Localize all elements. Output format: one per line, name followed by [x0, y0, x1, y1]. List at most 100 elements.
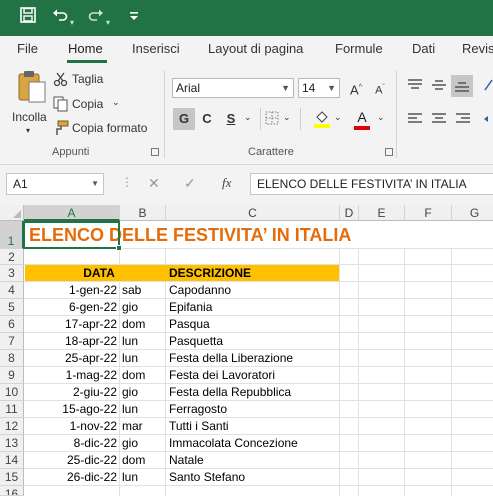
tab-file[interactable]: File [17, 41, 38, 56]
day-cell[interactable]: lun [122, 351, 138, 365]
column-header-b[interactable]: B [120, 205, 166, 221]
align-left-icon[interactable] [407, 112, 423, 129]
description-cell[interactable]: Natale [169, 453, 204, 467]
underline-dropdown-icon[interactable]: ⌄ [244, 112, 252, 123]
align-bottom-icon[interactable] [451, 75, 473, 97]
name-box[interactable]: A1 ▼ [6, 173, 104, 195]
row-header-3[interactable]: 3 [0, 265, 24, 282]
align-middle-icon[interactable] [431, 78, 447, 95]
tab-home[interactable]: Home [68, 41, 103, 56]
align-center-icon[interactable] [431, 112, 447, 129]
decrease-font-icon[interactable]: Aˇ [369, 77, 391, 99]
description-cell[interactable]: Festa dei Lavoratori [169, 368, 275, 382]
column-header-f[interactable]: F [405, 205, 452, 221]
day-cell[interactable]: sab [122, 283, 141, 297]
scissors-icon[interactable] [53, 71, 69, 90]
format-painter-icon[interactable] [53, 120, 69, 139]
header-data[interactable]: DATA [24, 266, 174, 280]
row-header-13[interactable]: 13 [0, 435, 24, 452]
row-header-15[interactable]: 15 [0, 469, 24, 486]
column-header-d[interactable]: D [340, 205, 359, 221]
increase-font-icon[interactable]: A^ [345, 77, 367, 99]
date-cell[interactable]: 26-dic-22 [24, 470, 117, 484]
row-header-10[interactable]: 10 [0, 384, 24, 401]
row-header-14[interactable]: 14 [0, 452, 24, 469]
day-cell[interactable]: dom [122, 368, 145, 382]
tab-insert[interactable]: Inserisci [132, 41, 180, 56]
orientation-icon[interactable] [483, 78, 493, 95]
font-color-icon[interactable]: A [352, 108, 372, 130]
redo-dropdown-icon[interactable]: ▾ [106, 13, 110, 33]
day-cell[interactable]: dom [122, 453, 145, 467]
row-header-5[interactable]: 5 [0, 299, 24, 316]
description-cell[interactable]: Immacolata Concezione [169, 436, 298, 450]
font-size-combo[interactable]: 14 ▼ [298, 78, 340, 98]
day-cell[interactable]: gio [122, 436, 138, 450]
row-header-2[interactable]: 2 [0, 249, 24, 265]
row-header-9[interactable]: 9 [0, 367, 24, 384]
header-descrizione[interactable]: DESCRIZIONE [169, 266, 251, 280]
bold-button[interactable]: G [173, 108, 195, 130]
description-cell[interactable]: Ferragosto [169, 402, 227, 416]
column-header-c[interactable]: C [166, 205, 340, 221]
day-cell[interactable]: lun [122, 402, 138, 416]
fill-color-dropdown-icon[interactable]: ⌄ [334, 112, 342, 123]
description-cell[interactable]: Santo Stefano [169, 470, 245, 484]
date-cell[interactable]: 8-dic-22 [24, 436, 117, 450]
column-header-a[interactable]: A [24, 205, 120, 221]
date-cell[interactable]: 6-gen-22 [24, 300, 117, 314]
customize-icon[interactable] [129, 9, 139, 29]
row-header-16[interactable]: 16 [0, 486, 24, 496]
tab-review[interactable]: Revis [462, 41, 493, 56]
undo-icon[interactable] [52, 7, 68, 29]
underline-button[interactable]: S [220, 108, 242, 130]
format-painter-button[interactable]: Copia formato [72, 121, 147, 135]
description-cell[interactable]: Capodanno [169, 283, 231, 297]
day-cell[interactable]: mar [122, 419, 143, 433]
font-name-combo[interactable]: Arial ▼ [172, 78, 294, 98]
cancel-icon[interactable]: ✕ [148, 175, 160, 192]
date-cell[interactable]: 25-dic-22 [24, 453, 117, 467]
fill-handle[interactable] [116, 245, 122, 251]
date-cell[interactable]: 15-ago-22 [24, 402, 117, 416]
redo-icon[interactable] [88, 7, 104, 29]
day-cell[interactable]: lun [122, 334, 138, 348]
date-cell[interactable]: 1-mag-22 [24, 368, 117, 382]
date-cell[interactable]: 18-apr-22 [24, 334, 117, 348]
font-launcher-icon[interactable] [385, 148, 393, 156]
row-header-6[interactable]: 6 [0, 316, 24, 333]
italic-button[interactable]: C [196, 108, 218, 130]
save-icon[interactable] [20, 7, 36, 29]
row-header-11[interactable]: 11 [0, 401, 24, 418]
row-header-12[interactable]: 12 [0, 418, 24, 435]
indent-icon[interactable] [483, 112, 493, 129]
date-cell[interactable]: 1-nov-22 [24, 419, 117, 433]
row-header-1[interactable]: 1 [0, 221, 24, 249]
description-cell[interactable]: Tutti i Santi [169, 419, 229, 433]
description-cell[interactable]: Pasqua [169, 317, 210, 331]
undo-dropdown-icon[interactable]: ▾ [70, 13, 74, 33]
date-cell[interactable]: 2-giu-22 [24, 385, 117, 399]
tab-data[interactable]: Dati [412, 41, 435, 56]
copy-dropdown-icon[interactable]: ⌄ [112, 97, 120, 108]
clipboard-launcher-icon[interactable] [151, 148, 159, 156]
day-cell[interactable]: lun [122, 470, 138, 484]
copy-icon[interactable] [53, 96, 69, 115]
font-color-dropdown-icon[interactable]: ⌄ [377, 112, 385, 123]
cut-button[interactable]: Taglia [72, 72, 103, 86]
description-cell[interactable]: Pasquetta [169, 334, 223, 348]
day-cell[interactable]: gio [122, 300, 138, 314]
date-cell[interactable]: 1-gen-22 [24, 283, 117, 297]
align-top-icon[interactable] [407, 78, 423, 95]
align-right-icon[interactable] [455, 112, 471, 129]
insert-function-icon[interactable]: fx [222, 175, 231, 191]
description-cell[interactable]: Festa della Repubblica [169, 385, 291, 399]
description-cell[interactable]: Epifania [169, 300, 212, 314]
borders-dropdown-icon[interactable]: ⌄ [283, 112, 291, 123]
column-header-g[interactable]: G [452, 205, 493, 221]
tab-page-layout[interactable]: Layout di pagina [208, 41, 303, 56]
date-cell[interactable]: 17-apr-22 [24, 317, 117, 331]
date-cell[interactable]: 25-apr-22 [24, 351, 117, 365]
select-all-button[interactable] [0, 205, 24, 221]
tab-formulas[interactable]: Formule [335, 41, 383, 56]
